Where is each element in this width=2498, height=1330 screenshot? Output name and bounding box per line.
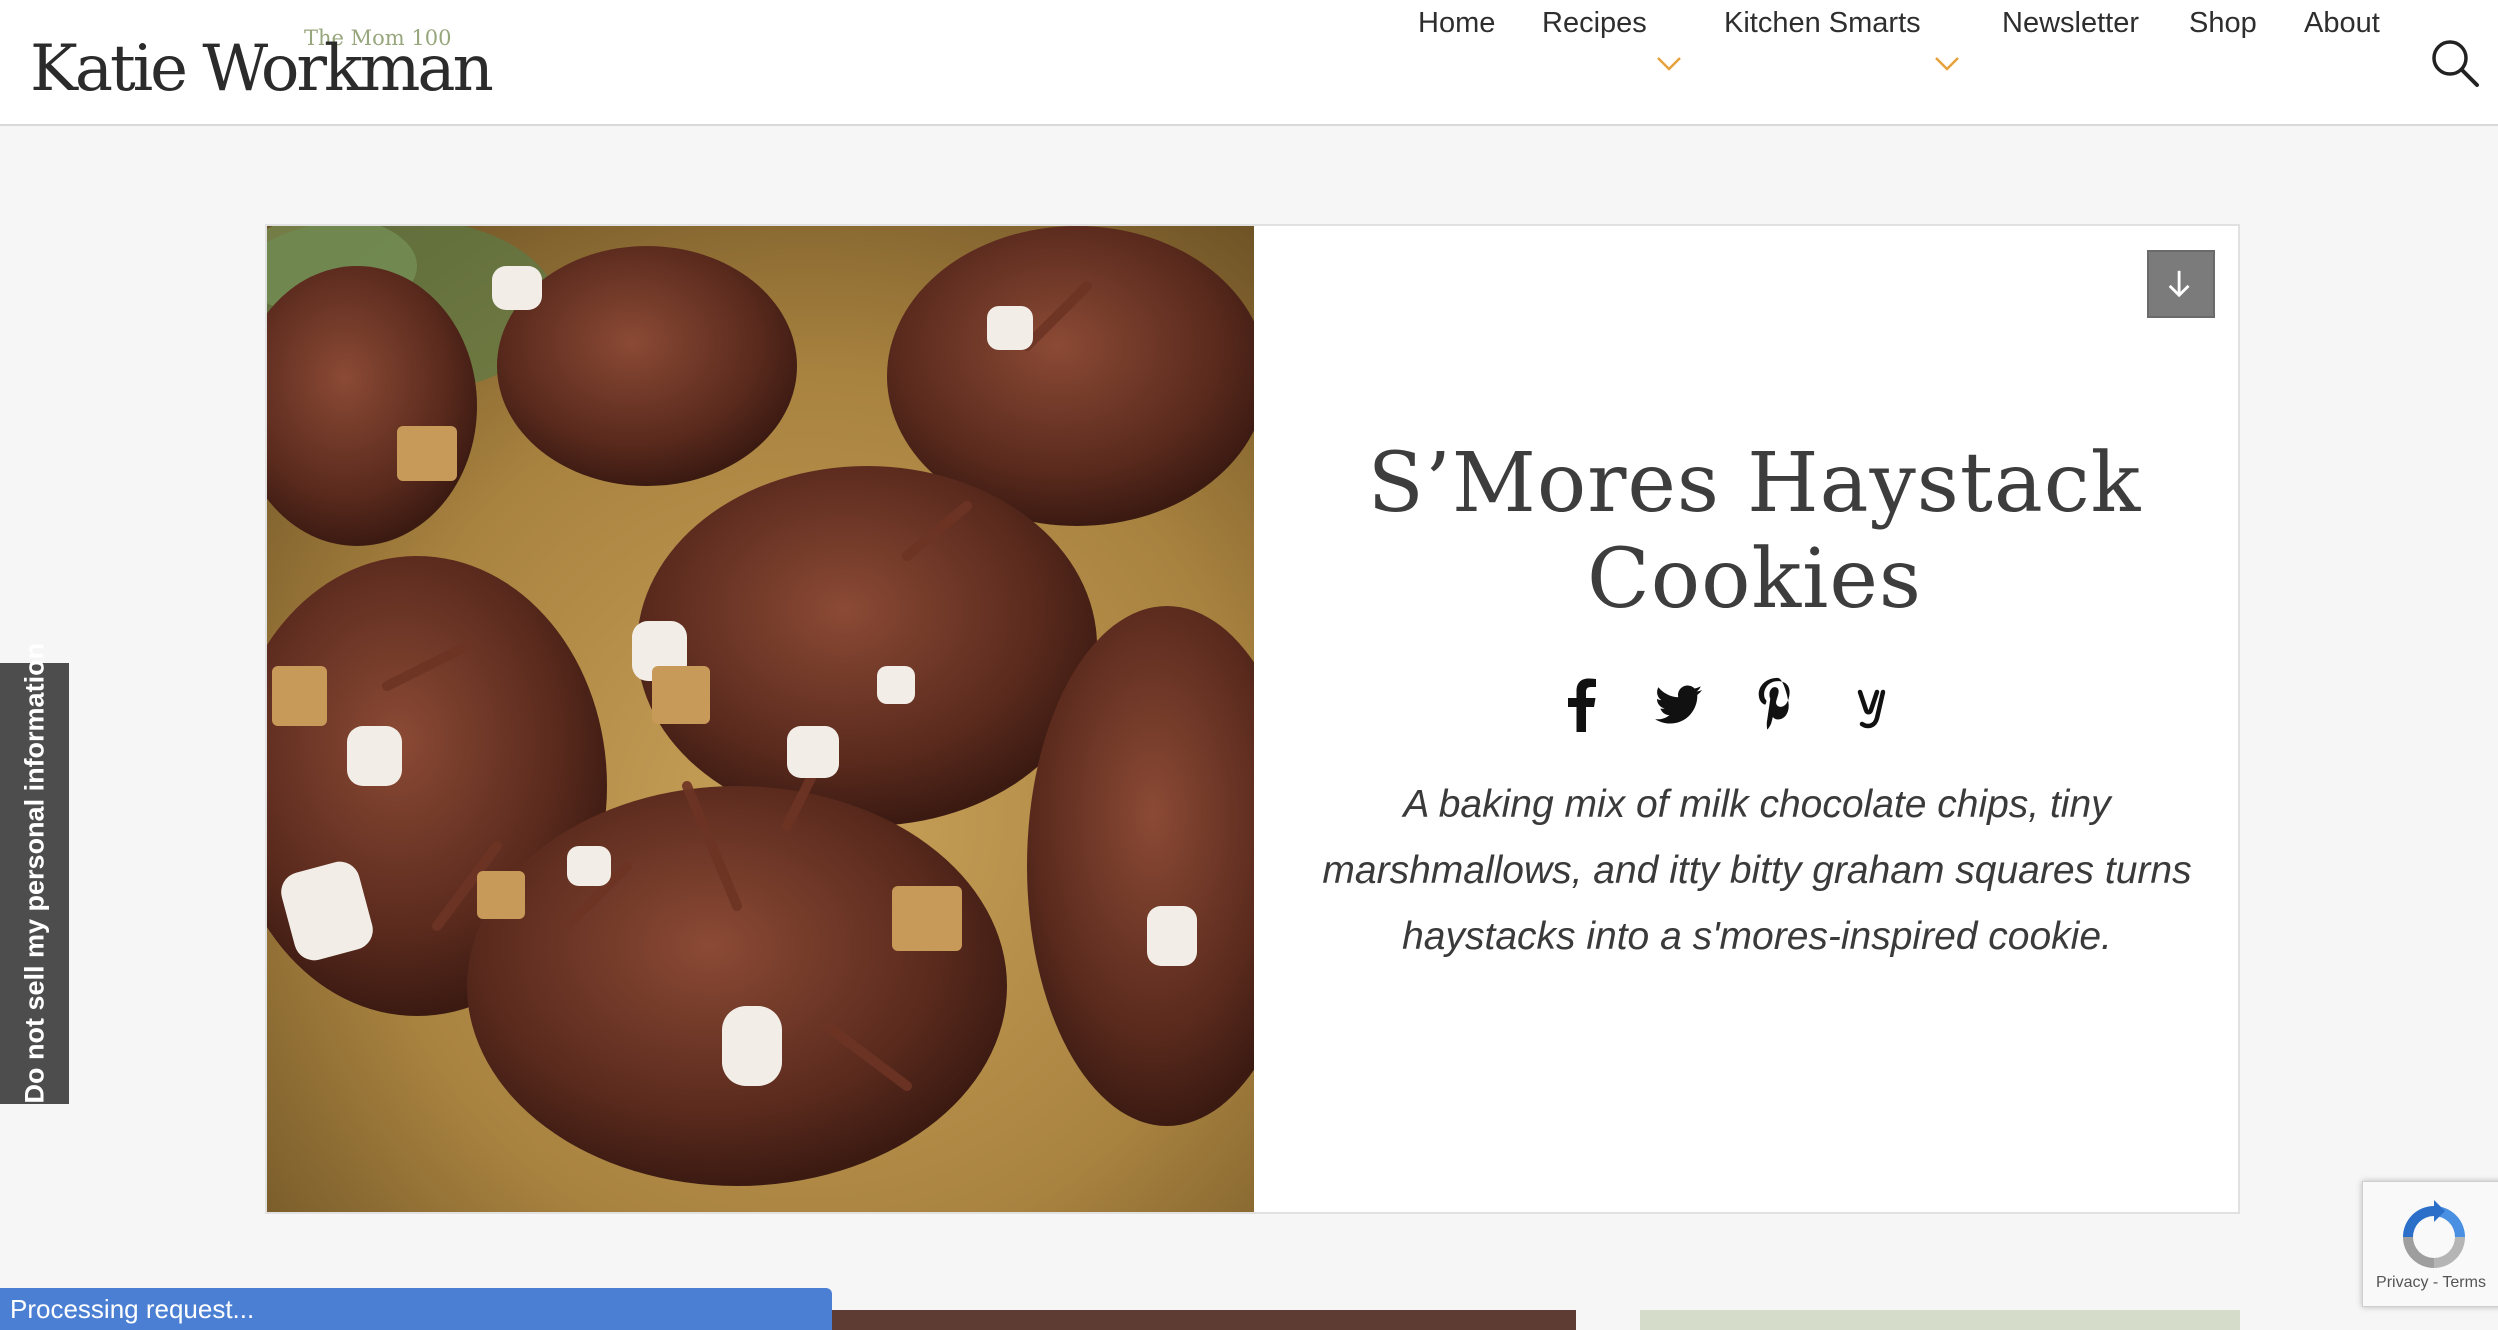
do-not-sell-label: Do not sell my personal information (19, 642, 50, 1104)
yummly-icon[interactable] (1848, 676, 1898, 732)
pinterest-icon[interactable] (1751, 676, 1801, 732)
recaptcha-terms-link[interactable]: Terms (2442, 1274, 2486, 1291)
nav-newsletter[interactable]: Newsletter (2002, 0, 2139, 46)
recaptcha-separator: - (2428, 1274, 2443, 1291)
recaptcha-privacy-link[interactable]: Privacy (2376, 1274, 2428, 1291)
nav-shop[interactable]: Shop (2189, 0, 2257, 46)
logo-title: Katie Workman (30, 32, 494, 106)
next-recipe-card-image-2[interactable] (1640, 1310, 2240, 1330)
recipe-photo (267, 226, 1254, 1212)
search-icon[interactable] (2430, 38, 2480, 88)
recipe-hero-card: S’Mores Haystack Cookies A baking mix of… (265, 224, 2240, 1214)
next-recipe-card-image[interactable] (830, 1310, 1576, 1330)
nav-recipes[interactable]: Recipes (1542, 0, 1647, 46)
processing-status-text: Processing request... (10, 1294, 255, 1324)
nav-home[interactable]: Home (1418, 0, 1495, 46)
recipe-title: S’Mores Haystack Cookies (1267, 436, 2242, 628)
share-buttons (1557, 676, 1957, 736)
recipe-description: A baking mix of milk chocolate chips, ti… (1322, 783, 2192, 958)
facebook-icon[interactable] (1557, 676, 1607, 732)
nav-kitchen-smarts[interactable]: Kitchen Smarts (1724, 0, 1921, 46)
processing-status-bar: Processing request... (0, 1288, 832, 1330)
do-not-sell-tab[interactable]: Do not sell my personal information (0, 642, 69, 1104)
recipes-chevron-down-icon[interactable] (1656, 50, 1682, 76)
recaptcha-icon (2403, 1200, 2465, 1268)
jump-to-recipe-button[interactable] (2147, 250, 2215, 318)
recipe-title-line-2: Cookies (1587, 532, 1922, 627)
recaptcha-links: Privacy - Terms (2363, 1274, 2498, 1292)
twitter-icon[interactable] (1654, 676, 1704, 732)
arrow-down-icon (2168, 270, 2190, 298)
recaptcha-badge[interactable]: Privacy - Terms (2362, 1181, 2498, 1307)
kitchen-smarts-chevron-down-icon[interactable] (1934, 50, 1960, 76)
nav-about[interactable]: About (2304, 0, 2380, 46)
site-logo[interactable]: The Mom 100 Katie Workman (30, 24, 494, 114)
recipe-title-line-1: S’Mores Haystack (1367, 436, 2142, 531)
site-header: The Mom 100 Katie Workman Home Recipes K… (0, 0, 2498, 126)
